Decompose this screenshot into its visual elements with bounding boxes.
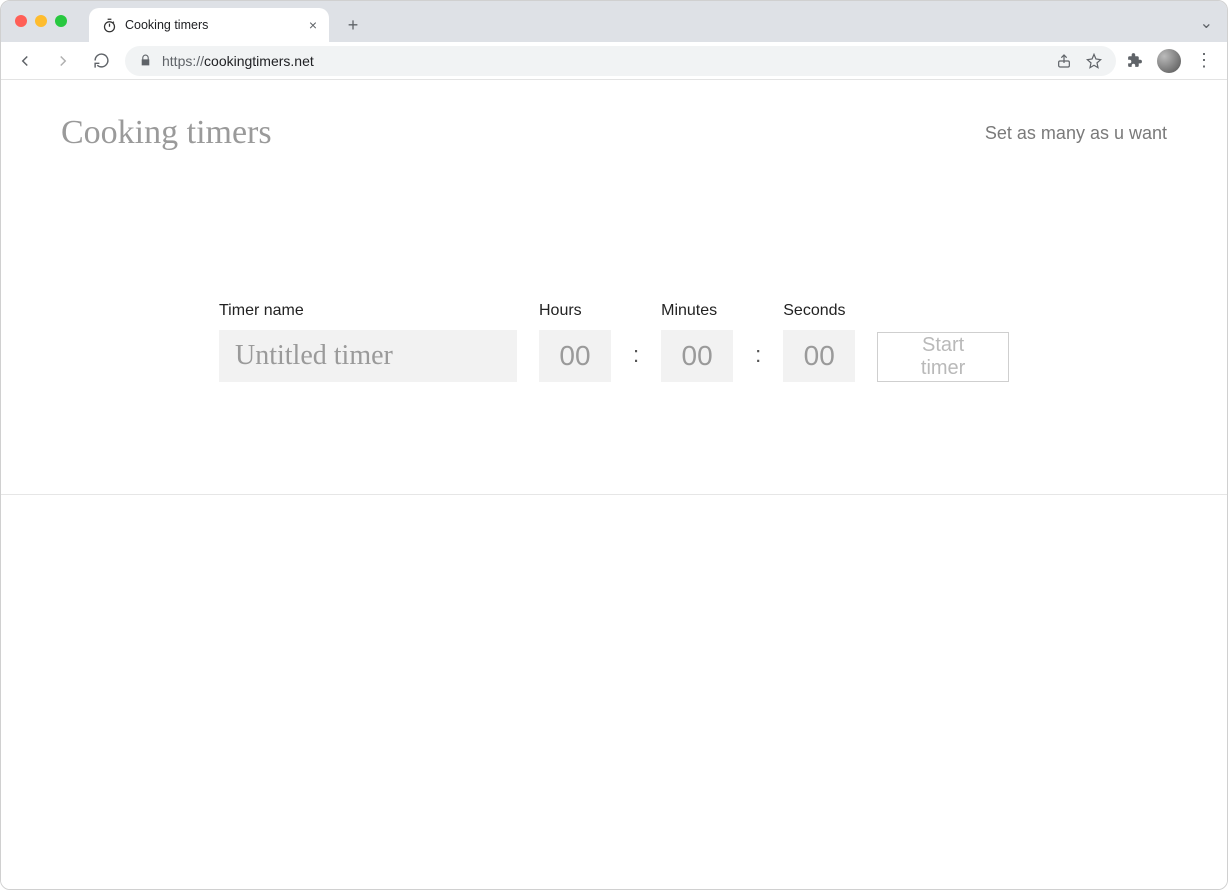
reload-button[interactable] — [87, 47, 115, 75]
forward-button[interactable] — [49, 47, 77, 75]
time-separator: : — [755, 342, 761, 382]
timer-form: Timer name Hours : Minutes : Seconds Sta… — [219, 302, 1009, 382]
tab-strip: Cooking timers × + ⌄ — [1, 1, 1227, 42]
page-subtitle: Set as many as u want — [985, 123, 1167, 144]
url-text: https://cookingtimers.net — [162, 53, 314, 69]
minutes-input[interactable] — [661, 330, 733, 382]
tab-title: Cooking timers — [125, 18, 208, 32]
seconds-input[interactable] — [783, 330, 855, 382]
star-icon[interactable] — [1086, 53, 1102, 69]
timer-name-input[interactable] — [219, 330, 517, 382]
lock-icon — [139, 54, 152, 67]
profile-avatar[interactable] — [1157, 49, 1181, 73]
url-host: cookingtimers.net — [204, 53, 314, 69]
window-fullscreen-button[interactable] — [55, 15, 67, 27]
share-icon[interactable] — [1056, 53, 1072, 69]
close-tab-button[interactable]: × — [309, 17, 317, 33]
window-close-button[interactable] — [15, 15, 27, 27]
url-scheme: https:// — [162, 53, 204, 69]
seconds-label: Seconds — [783, 302, 855, 320]
window-controls — [15, 15, 67, 27]
browser-window: Cooking timers × + ⌄ https://cookingtime… — [0, 0, 1228, 890]
hours-input[interactable] — [539, 330, 611, 382]
browser-toolbar: https://cookingtimers.net ⋮ — [1, 42, 1227, 80]
page-viewport: Cooking timers Set as many as u want Tim… — [1, 80, 1227, 889]
new-tab-button[interactable]: + — [339, 11, 367, 39]
address-bar[interactable]: https://cookingtimers.net — [125, 46, 1116, 76]
page-header: Cooking timers Set as many as u want — [1, 80, 1227, 152]
hours-label: Hours — [539, 302, 611, 320]
toolbar-extensions: ⋮ — [1126, 49, 1217, 73]
start-timer-button[interactable]: Start timer — [877, 332, 1009, 382]
browser-tab[interactable]: Cooking timers × — [89, 8, 329, 42]
section-divider — [1, 494, 1227, 495]
browser-menu-button[interactable]: ⋮ — [1195, 50, 1213, 71]
extensions-icon[interactable] — [1126, 52, 1143, 69]
hours-field: Hours — [539, 302, 611, 382]
minutes-field: Minutes — [661, 302, 733, 382]
time-separator: : — [633, 342, 639, 382]
timer-name-field: Timer name — [219, 302, 517, 382]
back-button[interactable] — [11, 47, 39, 75]
window-minimize-button[interactable] — [35, 15, 47, 27]
stopwatch-icon — [101, 17, 117, 33]
page-title: Cooking timers — [61, 114, 272, 152]
minutes-label: Minutes — [661, 302, 733, 320]
seconds-field: Seconds — [783, 302, 855, 382]
timer-name-label: Timer name — [219, 302, 517, 320]
tabs-dropdown-button[interactable]: ⌄ — [1200, 13, 1213, 33]
